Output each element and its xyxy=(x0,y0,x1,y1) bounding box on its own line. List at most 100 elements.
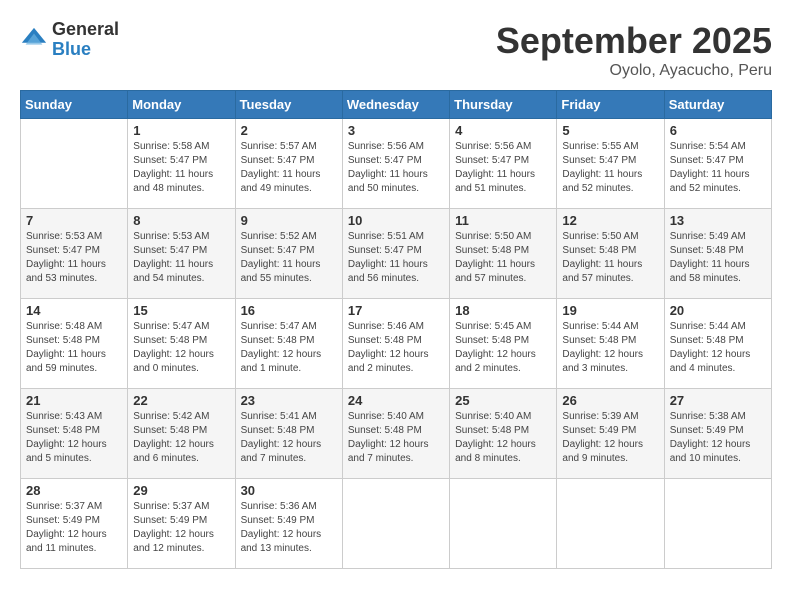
calendar-cell: 17 Sunrise: 5:46 AMSunset: 5:48 PMDaylig… xyxy=(342,299,449,389)
logo-icon xyxy=(20,26,48,54)
day-number: 11 xyxy=(455,213,551,228)
calendar-cell xyxy=(557,479,664,569)
day-number: 26 xyxy=(562,393,658,408)
day-number: 10 xyxy=(348,213,444,228)
header-friday: Friday xyxy=(557,91,664,119)
day-number: 6 xyxy=(670,123,766,138)
day-info: Sunrise: 5:47 AMSunset: 5:48 PMDaylight:… xyxy=(241,320,337,376)
day-info: Sunrise: 5:47 AMSunset: 5:48 PMDaylight:… xyxy=(133,320,229,376)
calendar-cell: 24 Sunrise: 5:40 AMSunset: 5:48 PMDaylig… xyxy=(342,389,449,479)
calendar-cell: 10 Sunrise: 5:51 AMSunset: 5:47 PMDaylig… xyxy=(342,209,449,299)
day-info: Sunrise: 5:37 AMSunset: 5:49 PMDaylight:… xyxy=(26,500,122,556)
calendar-cell: 22 Sunrise: 5:42 AMSunset: 5:48 PMDaylig… xyxy=(128,389,235,479)
day-info: Sunrise: 5:41 AMSunset: 5:48 PMDaylight:… xyxy=(241,410,337,466)
day-number: 29 xyxy=(133,483,229,498)
calendar-cell: 30 Sunrise: 5:36 AMSunset: 5:49 PMDaylig… xyxy=(235,479,342,569)
logo: General Blue xyxy=(20,20,119,60)
calendar-table: Sunday Monday Tuesday Wednesday Thursday… xyxy=(20,90,772,569)
day-info: Sunrise: 5:38 AMSunset: 5:49 PMDaylight:… xyxy=(670,410,766,466)
day-number: 17 xyxy=(348,303,444,318)
day-info: Sunrise: 5:45 AMSunset: 5:48 PMDaylight:… xyxy=(455,320,551,376)
day-info: Sunrise: 5:50 AMSunset: 5:48 PMDaylight:… xyxy=(562,230,658,286)
day-info: Sunrise: 5:57 AMSunset: 5:47 PMDaylight:… xyxy=(241,140,337,196)
day-number: 20 xyxy=(670,303,766,318)
day-info: Sunrise: 5:49 AMSunset: 5:48 PMDaylight:… xyxy=(670,230,766,286)
day-number: 4 xyxy=(455,123,551,138)
day-number: 21 xyxy=(26,393,122,408)
day-number: 7 xyxy=(26,213,122,228)
day-number: 14 xyxy=(26,303,122,318)
day-info: Sunrise: 5:44 AMSunset: 5:48 PMDaylight:… xyxy=(670,320,766,376)
day-number: 25 xyxy=(455,393,551,408)
logo-text: General Blue xyxy=(52,20,119,60)
calendar-cell: 1 Sunrise: 5:58 AMSunset: 5:47 PMDayligh… xyxy=(128,119,235,209)
header-saturday: Saturday xyxy=(664,91,771,119)
calendar-cell xyxy=(450,479,557,569)
header-sunday: Sunday xyxy=(21,91,128,119)
calendar-cell: 7 Sunrise: 5:53 AMSunset: 5:47 PMDayligh… xyxy=(21,209,128,299)
calendar-cell: 2 Sunrise: 5:57 AMSunset: 5:47 PMDayligh… xyxy=(235,119,342,209)
day-info: Sunrise: 5:50 AMSunset: 5:48 PMDaylight:… xyxy=(455,230,551,286)
calendar-week-3: 14 Sunrise: 5:48 AMSunset: 5:48 PMDaylig… xyxy=(21,299,772,389)
calendar-cell: 23 Sunrise: 5:41 AMSunset: 5:48 PMDaylig… xyxy=(235,389,342,479)
calendar-cell: 15 Sunrise: 5:47 AMSunset: 5:48 PMDaylig… xyxy=(128,299,235,389)
logo-blue: Blue xyxy=(52,40,119,60)
calendar-cell: 28 Sunrise: 5:37 AMSunset: 5:49 PMDaylig… xyxy=(21,479,128,569)
day-number: 13 xyxy=(670,213,766,228)
day-info: Sunrise: 5:51 AMSunset: 5:47 PMDaylight:… xyxy=(348,230,444,286)
day-number: 5 xyxy=(562,123,658,138)
page-header: General Blue September 2025 Oyolo, Ayacu… xyxy=(20,20,772,80)
header-tuesday: Tuesday xyxy=(235,91,342,119)
header-row: Sunday Monday Tuesday Wednesday Thursday… xyxy=(21,91,772,119)
day-info: Sunrise: 5:44 AMSunset: 5:48 PMDaylight:… xyxy=(562,320,658,376)
day-info: Sunrise: 5:56 AMSunset: 5:47 PMDaylight:… xyxy=(348,140,444,196)
header-wednesday: Wednesday xyxy=(342,91,449,119)
calendar-cell: 13 Sunrise: 5:49 AMSunset: 5:48 PMDaylig… xyxy=(664,209,771,299)
day-info: Sunrise: 5:40 AMSunset: 5:48 PMDaylight:… xyxy=(455,410,551,466)
calendar-cell: 14 Sunrise: 5:48 AMSunset: 5:48 PMDaylig… xyxy=(21,299,128,389)
day-number: 24 xyxy=(348,393,444,408)
calendar-cell: 11 Sunrise: 5:50 AMSunset: 5:48 PMDaylig… xyxy=(450,209,557,299)
day-number: 8 xyxy=(133,213,229,228)
day-number: 12 xyxy=(562,213,658,228)
day-info: Sunrise: 5:53 AMSunset: 5:47 PMDaylight:… xyxy=(133,230,229,286)
day-number: 9 xyxy=(241,213,337,228)
day-info: Sunrise: 5:39 AMSunset: 5:49 PMDaylight:… xyxy=(562,410,658,466)
day-info: Sunrise: 5:40 AMSunset: 5:48 PMDaylight:… xyxy=(348,410,444,466)
location-subtitle: Oyolo, Ayacucho, Peru xyxy=(496,62,772,80)
calendar-cell xyxy=(21,119,128,209)
calendar-week-2: 7 Sunrise: 5:53 AMSunset: 5:47 PMDayligh… xyxy=(21,209,772,299)
calendar-cell: 29 Sunrise: 5:37 AMSunset: 5:49 PMDaylig… xyxy=(128,479,235,569)
calendar-week-4: 21 Sunrise: 5:43 AMSunset: 5:48 PMDaylig… xyxy=(21,389,772,479)
day-info: Sunrise: 5:36 AMSunset: 5:49 PMDaylight:… xyxy=(241,500,337,556)
calendar-cell: 5 Sunrise: 5:55 AMSunset: 5:47 PMDayligh… xyxy=(557,119,664,209)
calendar-cell: 6 Sunrise: 5:54 AMSunset: 5:47 PMDayligh… xyxy=(664,119,771,209)
day-number: 18 xyxy=(455,303,551,318)
day-info: Sunrise: 5:55 AMSunset: 5:47 PMDaylight:… xyxy=(562,140,658,196)
calendar-cell: 25 Sunrise: 5:40 AMSunset: 5:48 PMDaylig… xyxy=(450,389,557,479)
day-info: Sunrise: 5:43 AMSunset: 5:48 PMDaylight:… xyxy=(26,410,122,466)
logo-general: General xyxy=(52,20,119,40)
calendar-cell: 12 Sunrise: 5:50 AMSunset: 5:48 PMDaylig… xyxy=(557,209,664,299)
calendar-cell xyxy=(342,479,449,569)
title-area: September 2025 Oyolo, Ayacucho, Peru xyxy=(496,20,772,80)
day-info: Sunrise: 5:37 AMSunset: 5:49 PMDaylight:… xyxy=(133,500,229,556)
calendar-cell: 9 Sunrise: 5:52 AMSunset: 5:47 PMDayligh… xyxy=(235,209,342,299)
header-monday: Monday xyxy=(128,91,235,119)
day-info: Sunrise: 5:53 AMSunset: 5:47 PMDaylight:… xyxy=(26,230,122,286)
day-number: 28 xyxy=(26,483,122,498)
day-number: 30 xyxy=(241,483,337,498)
calendar-cell xyxy=(664,479,771,569)
calendar-cell: 18 Sunrise: 5:45 AMSunset: 5:48 PMDaylig… xyxy=(450,299,557,389)
calendar-week-5: 28 Sunrise: 5:37 AMSunset: 5:49 PMDaylig… xyxy=(21,479,772,569)
day-info: Sunrise: 5:54 AMSunset: 5:47 PMDaylight:… xyxy=(670,140,766,196)
day-info: Sunrise: 5:48 AMSunset: 5:48 PMDaylight:… xyxy=(26,320,122,376)
day-number: 1 xyxy=(133,123,229,138)
day-number: 16 xyxy=(241,303,337,318)
calendar-cell: 16 Sunrise: 5:47 AMSunset: 5:48 PMDaylig… xyxy=(235,299,342,389)
day-info: Sunrise: 5:56 AMSunset: 5:47 PMDaylight:… xyxy=(455,140,551,196)
header-thursday: Thursday xyxy=(450,91,557,119)
calendar-cell: 19 Sunrise: 5:44 AMSunset: 5:48 PMDaylig… xyxy=(557,299,664,389)
day-info: Sunrise: 5:46 AMSunset: 5:48 PMDaylight:… xyxy=(348,320,444,376)
calendar-cell: 4 Sunrise: 5:56 AMSunset: 5:47 PMDayligh… xyxy=(450,119,557,209)
